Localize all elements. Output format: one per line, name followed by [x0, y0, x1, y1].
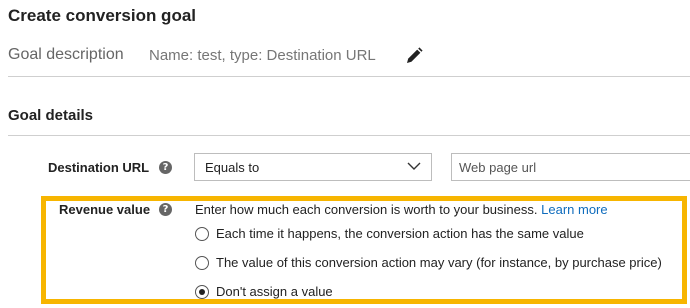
revenue-description-text: Enter how much each conversion is worth …: [195, 202, 538, 217]
page-title: Create conversion goal: [8, 6, 197, 25]
goal-details-heading: Goal details: [8, 107, 94, 124]
destination-url-help-icon[interactable]: ?: [159, 161, 172, 174]
divider: [8, 76, 690, 77]
revenue-value-description: Enter how much each conversion is worth …: [195, 202, 608, 217]
revenue-value-help-icon[interactable]: ?: [159, 203, 172, 216]
chevron-down-icon: [407, 162, 421, 170]
radio-button[interactable]: [195, 227, 209, 241]
radio-label: Don't assign a value: [216, 284, 333, 299]
edit-goal-description-button[interactable]: [404, 46, 424, 66]
operator-selected-value: Equals to: [205, 160, 260, 175]
learn-more-link[interactable]: Learn more: [541, 202, 607, 217]
radio-button[interactable]: [195, 256, 209, 270]
radio-button-selected[interactable]: [195, 285, 209, 299]
goal-description-row: Goal description Name: test, type: Desti…: [8, 46, 690, 68]
radio-label: Each time it happens, the conversion act…: [216, 226, 584, 241]
destination-url-input[interactable]: [451, 153, 690, 181]
pencil-icon: [407, 47, 423, 63]
destination-url-operator-select[interactable]: Equals to: [194, 153, 432, 181]
revenue-value-label: Revenue value: [59, 202, 151, 217]
divider: [8, 135, 690, 136]
radio-label: The value of this conversion action may …: [216, 255, 662, 270]
destination-url-label: Destination URL: [48, 160, 150, 175]
goal-description-label: Goal description: [8, 46, 124, 63]
goal-description-value: Name: test, type: Destination URL: [149, 47, 376, 64]
